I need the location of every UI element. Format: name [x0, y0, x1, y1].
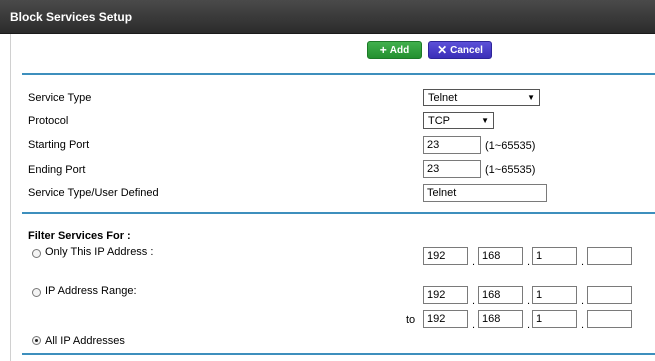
- title-bar: Block Services Setup: [0, 0, 655, 34]
- range-to-label: to: [406, 314, 416, 326]
- range-from-octet-2[interactable]: 168: [478, 286, 523, 304]
- divider: [22, 353, 655, 355]
- service-type-select[interactable]: Telnet ▼: [423, 89, 540, 106]
- protocol-select[interactable]: TCP ▼: [423, 112, 494, 129]
- divider: [22, 212, 655, 214]
- ip-separator: .: [472, 295, 476, 307]
- ending-port-hint: (1~65535): [485, 164, 536, 176]
- all-ip-label: All IP Addresses: [45, 335, 125, 347]
- x-icon: ✕: [437, 43, 448, 57]
- range-to-octet-4[interactable]: [587, 310, 632, 328]
- ip-separator: .: [472, 256, 476, 268]
- cancel-button-label: Cancel: [450, 44, 483, 56]
- all-ip-radio[interactable]: [32, 336, 41, 345]
- add-button-label: Add: [389, 44, 410, 56]
- starting-port-label: Starting Port: [28, 139, 90, 151]
- plus-icon: +: [379, 43, 387, 57]
- range-from-octet-3[interactable]: 1: [532, 286, 577, 304]
- range-to-octet-1[interactable]: 192: [423, 310, 468, 328]
- ip-separator: .: [581, 295, 585, 307]
- ending-port-input[interactable]: 23: [423, 160, 481, 178]
- range-from-octet-4[interactable]: [587, 286, 632, 304]
- only-ip-octet-1[interactable]: 192: [423, 247, 468, 265]
- user-defined-input[interactable]: Telnet: [423, 184, 547, 202]
- ip-separator: .: [527, 295, 531, 307]
- only-ip-octet-4[interactable]: [587, 247, 632, 265]
- range-to-octet-3[interactable]: 1: [532, 310, 577, 328]
- protocol-label: Protocol: [28, 115, 69, 127]
- range-from-octet-1[interactable]: 192: [423, 286, 468, 304]
- service-type-label: Service Type: [28, 92, 92, 104]
- ip-separator: .: [527, 256, 531, 268]
- filter-heading: Filter Services For :: [28, 230, 131, 242]
- ending-port-label: Ending Port: [28, 164, 86, 176]
- starting-port-input[interactable]: 23: [423, 136, 481, 154]
- dropdown-arrow-icon: ▼: [527, 93, 535, 102]
- protocol-value: TCP: [428, 114, 450, 127]
- cancel-button[interactable]: ✕ Cancel: [428, 41, 492, 59]
- ip-separator: .: [581, 256, 585, 268]
- range-to-octet-2[interactable]: 168: [478, 310, 523, 328]
- only-ip-octet-3[interactable]: 1: [532, 247, 577, 265]
- user-defined-label: Service Type/User Defined: [28, 187, 159, 199]
- ip-separator: .: [527, 319, 531, 331]
- dropdown-arrow-icon: ▼: [481, 116, 489, 125]
- page-title: Block Services Setup: [10, 10, 133, 24]
- service-type-value: Telnet: [428, 91, 458, 104]
- add-button[interactable]: + Add: [367, 41, 422, 59]
- only-ip-radio[interactable]: [32, 249, 41, 258]
- ip-range-label: IP Address Range:: [45, 285, 137, 297]
- ip-separator: .: [581, 319, 585, 331]
- starting-port-hint: (1~65535): [485, 140, 536, 152]
- only-ip-octet-2[interactable]: 168: [478, 247, 523, 265]
- only-ip-label: Only This IP Address :: [45, 246, 154, 258]
- ip-range-radio[interactable]: [32, 288, 41, 297]
- divider: [22, 73, 655, 75]
- ip-separator: .: [472, 319, 476, 331]
